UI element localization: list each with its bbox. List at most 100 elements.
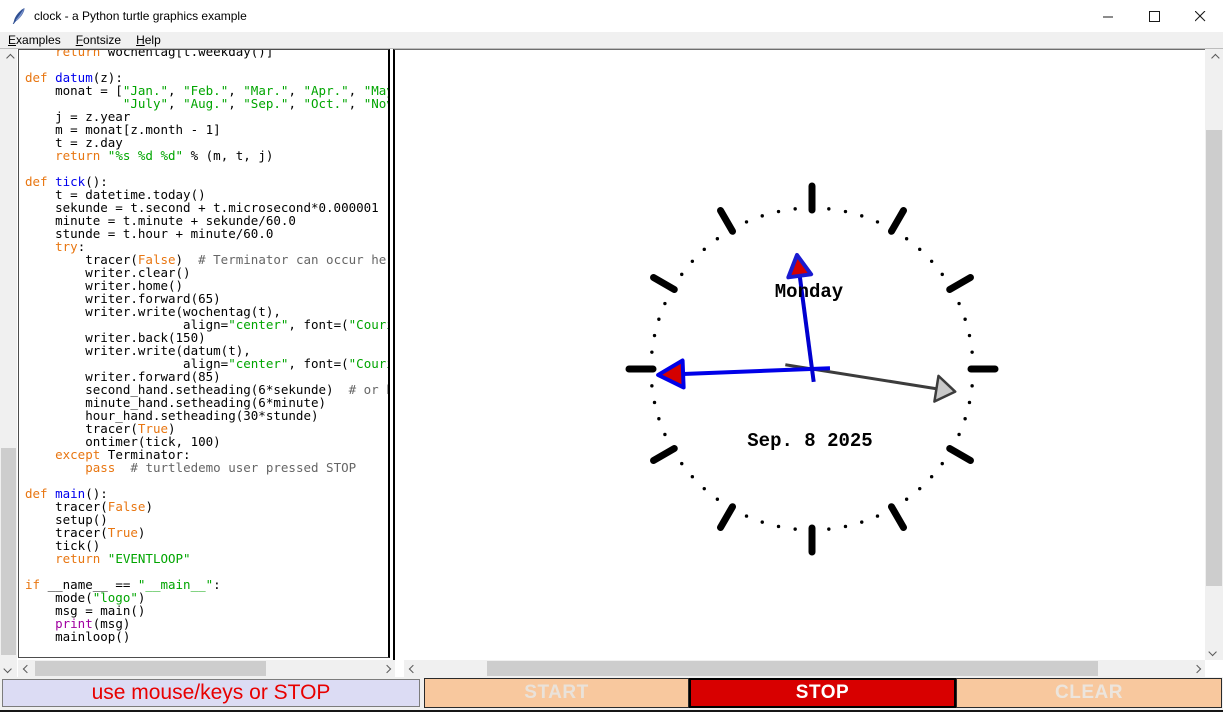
scroll-left-button[interactable]: [404, 660, 421, 677]
editor-hscrollbar[interactable]: [18, 660, 395, 677]
code-line: return "EVENTLOOP": [25, 552, 390, 565]
code-editor[interactable]: return wochentag[t.weekday()] def datum(…: [18, 49, 390, 658]
clock-minute-dot: [918, 248, 921, 251]
chevron-left-icon: [408, 664, 416, 672]
editor-vscroll-thumb[interactable]: [1, 448, 16, 655]
clock-minute-dot: [844, 210, 847, 213]
clock-minute-dot: [876, 514, 879, 517]
turtle-canvas: Monday Sep. 8 2025: [393, 49, 1205, 660]
scroll-left-button[interactable]: [18, 660, 35, 677]
scroll-up-button[interactable]: [0, 49, 17, 66]
editor-hscroll-thumb[interactable]: [35, 661, 266, 676]
canvas-vscroll-thumb[interactable]: [1206, 130, 1222, 586]
clock-minute-dot: [716, 237, 719, 240]
chevron-left-icon: [22, 664, 30, 672]
clock-minute-dot: [941, 273, 944, 276]
chevron-up-icon: [6, 53, 14, 61]
clock-minute-dot: [793, 527, 796, 530]
clock-minute-dot: [716, 498, 719, 501]
clock-date-label: Sep. 8 2025: [747, 430, 872, 452]
clock-minute-dot: [745, 514, 748, 517]
second-hand-tip: [934, 376, 955, 402]
chevron-right-icon: [382, 664, 390, 672]
minute-hand-tip: [658, 360, 683, 387]
code-line: return wochentag[t.weekday()]: [25, 49, 390, 58]
titlebar: clock - a Python turtle graphics example: [0, 0, 1223, 32]
code-line: return "%s %d %d" % (m, t, j): [25, 149, 390, 162]
scroll-up-button[interactable]: [1205, 49, 1222, 66]
clock-minute-dot: [663, 433, 666, 436]
clock-minute-dot: [703, 248, 706, 251]
clock-minute-dot: [761, 520, 764, 523]
menu-item-help[interactable]: Help: [136, 33, 161, 47]
clock-minute-dot: [905, 498, 908, 501]
editor-vscrollbar[interactable]: [0, 49, 17, 677]
hour-hand-tip: [788, 255, 811, 277]
scroll-right-button[interactable]: [1188, 660, 1205, 677]
python-feather-icon: [11, 7, 28, 25]
clear-button[interactable]: CLEAR: [956, 678, 1222, 708]
clock-minute-dot: [827, 207, 830, 210]
clock-minute-dot: [657, 417, 660, 420]
turtledemo-window: clock - a Python turtle graphics example…: [0, 0, 1223, 712]
menu-item-examples[interactable]: Examples: [8, 33, 61, 47]
clock-minute-dot: [844, 525, 847, 528]
scroll-down-button[interactable]: [1205, 643, 1222, 660]
clock-minute-dot: [876, 220, 879, 223]
clock-minute-dot: [761, 214, 764, 217]
clock-hour-mark: [950, 449, 971, 461]
close-button[interactable]: [1177, 0, 1223, 32]
canvas-hscroll-thumb[interactable]: [487, 661, 1098, 676]
code-line: pass # turtledemo user pressed STOP: [25, 461, 390, 474]
clock-minute-dot: [918, 487, 921, 490]
clock-minute-dot: [691, 260, 694, 263]
canvas-vscrollbar[interactable]: [1205, 49, 1223, 660]
maximize-icon: [1149, 11, 1160, 22]
clock-minute-dot: [970, 384, 973, 387]
clock-minute-dot: [963, 417, 966, 420]
clock-minute-dot: [793, 207, 796, 210]
clock-hour-mark: [950, 278, 971, 290]
clock-hour-mark: [654, 278, 675, 290]
clock-hour-mark: [892, 211, 904, 232]
close-icon: [1195, 11, 1206, 22]
clock-hour-mark: [654, 449, 675, 461]
clock-minute-dot: [663, 302, 666, 305]
clock-minute-dot: [703, 487, 706, 490]
chevron-down-icon: [1208, 647, 1216, 655]
clock-weekday-label: Monday: [775, 281, 844, 303]
clock-minute-dot: [827, 527, 830, 530]
minimize-button[interactable]: [1085, 0, 1131, 32]
clock-minute-dot: [653, 401, 656, 404]
clock-minute-dot: [650, 384, 653, 387]
clock-hour-mark: [892, 507, 904, 528]
clock-minute-dot: [860, 520, 863, 523]
canvas-hscrollbar[interactable]: [404, 660, 1205, 677]
clock-minute-dot: [691, 475, 694, 478]
clock-minute-dot: [970, 350, 973, 353]
clock-minute-dot: [957, 302, 960, 305]
start-button[interactable]: START: [424, 678, 689, 708]
chevron-up-icon: [1211, 53, 1219, 61]
clock-minute-dot: [905, 237, 908, 240]
scroll-down-button[interactable]: [0, 660, 17, 677]
clock-minute-dot: [968, 334, 971, 337]
code-line: mainloop(): [25, 630, 390, 643]
clock-minute-dot: [657, 318, 660, 321]
clock-minute-dot: [941, 462, 944, 465]
stop-button[interactable]: STOP: [689, 678, 956, 708]
minimize-icon: [1103, 11, 1114, 22]
clock-minute-dot: [860, 214, 863, 217]
code-text: return wochentag[t.weekday()] def datum(…: [25, 49, 390, 643]
scroll-right-button[interactable]: [378, 660, 395, 677]
statusbar: use mouse/keys or STOP START STOP CLEAR: [0, 677, 1223, 710]
chevron-right-icon: [1192, 664, 1200, 672]
minute-hand: [683, 368, 830, 374]
clock-minute-dot: [745, 220, 748, 223]
clock-hour-mark: [721, 211, 733, 232]
clock-minute-dot: [957, 433, 960, 436]
menu-item-fontsize[interactable]: Fontsize: [76, 33, 121, 47]
main-area: return wochentag[t.weekday()] def datum(…: [0, 49, 1223, 677]
maximize-button[interactable]: [1131, 0, 1177, 32]
clock-minute-dot: [777, 525, 780, 528]
